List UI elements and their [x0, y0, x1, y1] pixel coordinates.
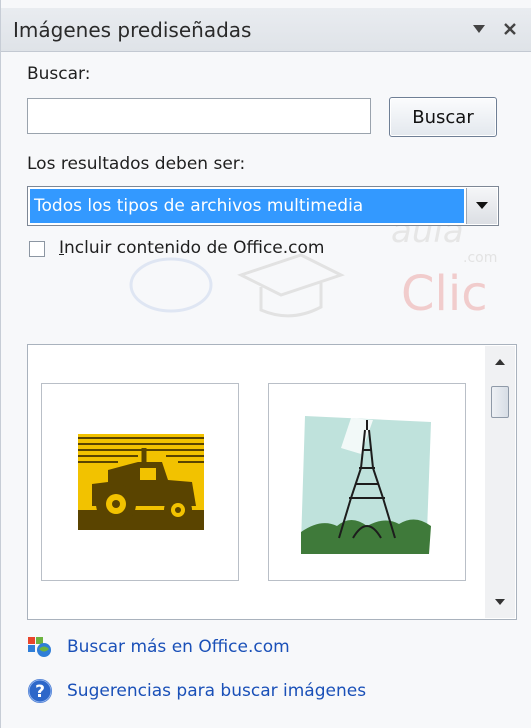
result-thumbnail-eiffel-tower[interactable] [268, 383, 466, 581]
include-office-label[interactable]: Incluir contenido de Office.com [59, 238, 324, 258]
pane-options-dropdown-icon[interactable] [467, 16, 491, 42]
svg-text:?: ? [35, 682, 45, 702]
tractor-clipart-icon [78, 434, 204, 530]
clip-art-pane: Imágenes prediseñadas aula .com Clic Bus… [0, 0, 531, 728]
chevron-down-icon[interactable] [466, 188, 497, 224]
pane-title-bar: Imágenes prediseñadas [1, 8, 531, 52]
office-online-icon [28, 637, 51, 657]
help-question-icon: ? [28, 679, 52, 703]
results-filter-label: Los resultados deben ser: [27, 154, 246, 174]
office-more-link-text[interactable]: Buscar más en Office.com [67, 637, 290, 657]
search-input[interactable] [27, 98, 371, 134]
results-scrollbar[interactable] [485, 346, 515, 618]
result-thumbnail-tractor[interactable] [41, 383, 239, 581]
search-label: Buscar: [27, 64, 91, 84]
svg-text:Clic: Clic [401, 266, 488, 320]
search-tips-link[interactable]: ? Sugerencias para buscar imágenes [27, 678, 366, 704]
search-tips-link-text[interactable]: Sugerencias para buscar imágenes [67, 681, 366, 701]
include-office-checkbox[interactable] [29, 241, 45, 257]
media-type-select[interactable]: Todos los tipos de archivos multimedia [27, 186, 499, 226]
scrollbar-thumb[interactable] [491, 386, 509, 418]
search-button[interactable]: Buscar [389, 97, 497, 137]
scroll-up-arrow-icon[interactable] [485, 350, 515, 374]
eiffel-tower-clipart-icon [301, 416, 431, 554]
clipart-results-list[interactable] [27, 344, 517, 620]
media-type-selected-value: Todos los tipos de archivos multimedia [30, 189, 464, 223]
pane-title: Imágenes prediseñadas [13, 18, 252, 42]
svg-text:.com: .com [463, 250, 497, 266]
scroll-down-arrow-icon[interactable] [485, 590, 515, 614]
office-more-link[interactable]: Buscar más en Office.com [27, 636, 290, 658]
close-icon[interactable] [498, 16, 522, 42]
